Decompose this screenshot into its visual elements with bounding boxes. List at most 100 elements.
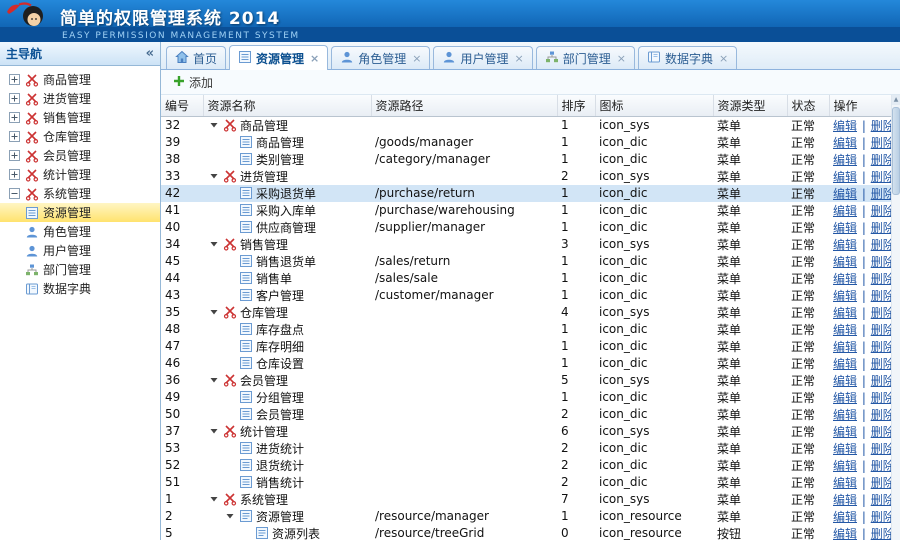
- table-row-39[interactable]: 39商品管理/goods/manager1icon_dic菜单正常编辑 | 删除: [161, 134, 892, 151]
- edit-link[interactable]: 编辑: [833, 527, 857, 540]
- table-row-37[interactable]: 37统计管理6icon_sys菜单正常编辑 | 删除: [161, 423, 892, 440]
- close-icon[interactable]: ×: [310, 52, 319, 65]
- delete-link[interactable]: 删除: [871, 493, 892, 507]
- edit-link[interactable]: 编辑: [833, 357, 857, 371]
- arrow-down-icon[interactable]: [207, 171, 220, 181]
- delete-link[interactable]: 删除: [871, 425, 892, 439]
- table-row-1[interactable]: 1系统管理7icon_sys菜单正常编辑 | 删除: [161, 491, 892, 508]
- sidebar-item-8[interactable]: 角色管理: [0, 222, 160, 241]
- arrow-down-icon[interactable]: [207, 120, 220, 130]
- edit-link[interactable]: 编辑: [833, 204, 857, 218]
- tab-4[interactable]: 部门管理×: [536, 46, 635, 69]
- sidebar-item-6[interactable]: 系统管理: [0, 184, 160, 203]
- expand-plus-icon[interactable]: [8, 93, 21, 104]
- delete-link[interactable]: 删除: [871, 476, 892, 490]
- delete-link[interactable]: 删除: [871, 527, 892, 540]
- table-row-36[interactable]: 36会员管理5icon_sys菜单正常编辑 | 删除: [161, 372, 892, 389]
- delete-link[interactable]: 删除: [871, 340, 892, 354]
- close-icon[interactable]: ×: [617, 52, 626, 65]
- table-row-48[interactable]: 48库存盘点1icon_dic菜单正常编辑 | 删除: [161, 321, 892, 338]
- delete-link[interactable]: 删除: [871, 255, 892, 269]
- scroll-thumb[interactable]: [892, 107, 900, 195]
- expand-plus-icon[interactable]: [8, 131, 21, 142]
- table-row-38[interactable]: 38类别管理/category/manager1icon_dic菜单正常编辑 |…: [161, 151, 892, 168]
- expand-plus-icon[interactable]: [8, 112, 21, 123]
- edit-link[interactable]: 编辑: [833, 221, 857, 235]
- edit-link[interactable]: 编辑: [833, 238, 857, 252]
- table-row-41[interactable]: 41采购入库单/purchase/warehousing1icon_dic菜单正…: [161, 202, 892, 219]
- edit-link[interactable]: 编辑: [833, 323, 857, 337]
- table-row-49[interactable]: 49分组管理1icon_dic菜单正常编辑 | 删除: [161, 389, 892, 406]
- table-row-50[interactable]: 50会员管理2icon_dic菜单正常编辑 | 删除: [161, 406, 892, 423]
- delete-link[interactable]: 删除: [871, 187, 892, 201]
- arrow-down-icon[interactable]: [207, 426, 220, 436]
- delete-link[interactable]: 删除: [871, 136, 892, 150]
- edit-link[interactable]: 编辑: [833, 306, 857, 320]
- edit-link[interactable]: 编辑: [833, 510, 857, 524]
- edit-link[interactable]: 编辑: [833, 476, 857, 490]
- table-row-53[interactable]: 53进货统计2icon_dic菜单正常编辑 | 删除: [161, 440, 892, 457]
- table-row-44[interactable]: 44销售单/sales/sale1icon_dic菜单正常编辑 | 删除: [161, 270, 892, 287]
- delete-link[interactable]: 删除: [871, 153, 892, 167]
- arrow-down-icon[interactable]: [223, 511, 236, 521]
- edit-link[interactable]: 编辑: [833, 170, 857, 184]
- delete-link[interactable]: 删除: [871, 357, 892, 371]
- collapse-sidebar-icon[interactable]: «: [146, 46, 154, 61]
- edit-link[interactable]: 编辑: [833, 340, 857, 354]
- delete-link[interactable]: 删除: [871, 408, 892, 422]
- close-icon[interactable]: ×: [719, 52, 728, 65]
- edit-link[interactable]: 编辑: [833, 187, 857, 201]
- sidebar-item-9[interactable]: 用户管理: [0, 241, 160, 260]
- tab-2[interactable]: 角色管理×: [331, 46, 430, 69]
- delete-link[interactable]: 删除: [871, 289, 892, 303]
- table-row-34[interactable]: 34销售管理3icon_sys菜单正常编辑 | 删除: [161, 236, 892, 253]
- edit-link[interactable]: 编辑: [833, 153, 857, 167]
- table-row-35[interactable]: 35仓库管理4icon_sys菜单正常编辑 | 删除: [161, 304, 892, 321]
- arrow-down-icon[interactable]: [207, 239, 220, 249]
- delete-link[interactable]: 删除: [871, 204, 892, 218]
- delete-link[interactable]: 删除: [871, 221, 892, 235]
- table-row-5[interactable]: 5资源列表/resource/treeGrid0icon_resource按钮正…: [161, 525, 892, 540]
- delete-link[interactable]: 删除: [871, 442, 892, 456]
- edit-link[interactable]: 编辑: [833, 272, 857, 286]
- scroll-up-icon[interactable]: ▲: [892, 95, 900, 105]
- table-row-45[interactable]: 45销售退货单/sales/return1icon_dic菜单正常编辑 | 删除: [161, 253, 892, 270]
- table-row-42[interactable]: 42采购退货单/purchase/return1icon_dic菜单正常编辑 |…: [161, 185, 892, 202]
- table-row-52[interactable]: 52退货统计2icon_dic菜单正常编辑 | 删除: [161, 457, 892, 474]
- edit-link[interactable]: 编辑: [833, 459, 857, 473]
- close-icon[interactable]: ×: [515, 52, 524, 65]
- sidebar-item-7[interactable]: 资源管理: [0, 203, 160, 222]
- delete-link[interactable]: 删除: [871, 323, 892, 337]
- sidebar-item-4[interactable]: 会员管理: [0, 146, 160, 165]
- tab-5[interactable]: 数据字典×: [638, 46, 737, 69]
- sidebar-item-0[interactable]: 商品管理: [0, 70, 160, 89]
- edit-link[interactable]: 编辑: [833, 136, 857, 150]
- table-row-33[interactable]: 33进货管理2icon_sys菜单正常编辑 | 删除: [161, 168, 892, 185]
- delete-link[interactable]: 删除: [871, 119, 892, 133]
- collapse-minus-icon[interactable]: [8, 188, 21, 199]
- table-row-32[interactable]: 32商品管理1icon_sys菜单正常编辑 | 删除: [161, 116, 892, 134]
- edit-link[interactable]: 编辑: [833, 289, 857, 303]
- arrow-down-icon[interactable]: [207, 375, 220, 385]
- edit-link[interactable]: 编辑: [833, 119, 857, 133]
- delete-link[interactable]: 删除: [871, 374, 892, 388]
- edit-link[interactable]: 编辑: [833, 425, 857, 439]
- table-row-51[interactable]: 51销售统计2icon_dic菜单正常编辑 | 删除: [161, 474, 892, 491]
- edit-link[interactable]: 编辑: [833, 374, 857, 388]
- tab-3[interactable]: 用户管理×: [433, 46, 532, 69]
- edit-link[interactable]: 编辑: [833, 391, 857, 405]
- edit-link[interactable]: 编辑: [833, 493, 857, 507]
- vertical-scrollbar[interactable]: ▲: [891, 95, 900, 540]
- sidebar-item-2[interactable]: 销售管理: [0, 108, 160, 127]
- close-icon[interactable]: ×: [412, 52, 421, 65]
- arrow-down-icon[interactable]: [207, 307, 220, 317]
- add-button[interactable]: 添加: [167, 71, 219, 94]
- sidebar-item-1[interactable]: 进货管理: [0, 89, 160, 108]
- expand-plus-icon[interactable]: [8, 169, 21, 180]
- table-row-47[interactable]: 47库存明细1icon_dic菜单正常编辑 | 删除: [161, 338, 892, 355]
- delete-link[interactable]: 删除: [871, 510, 892, 524]
- sidebar-item-5[interactable]: 统计管理: [0, 165, 160, 184]
- delete-link[interactable]: 删除: [871, 170, 892, 184]
- edit-link[interactable]: 编辑: [833, 408, 857, 422]
- table-row-43[interactable]: 43客户管理/customer/manager1icon_dic菜单正常编辑 |…: [161, 287, 892, 304]
